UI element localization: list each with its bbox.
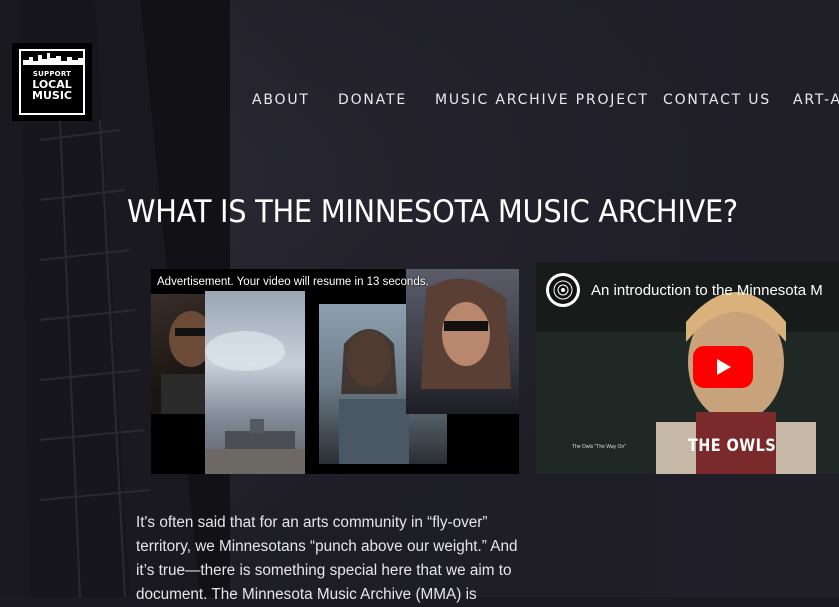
building-sky-image <box>205 331 305 474</box>
ad-video-player[interactable]: Advertisement. Your video will resume in… <box>151 269 519 474</box>
nav-music-archive-project[interactable]: MUSIC ARCHIVE PROJECT <box>435 92 649 108</box>
site-logo[interactable]: SUPPORT LOCAL MUSIC <box>12 43 92 121</box>
intro-video-player[interactable]: An introduction to the Minnesota M The O… <box>536 262 839 474</box>
logo-badge: SUPPORT LOCAL MUSIC <box>19 49 85 115</box>
woman-sunglasses-image <box>421 278 511 389</box>
ad-countdown-text: Advertisement. Your video will resume in… <box>157 276 429 288</box>
ad-panel-sky-building <box>205 291 305 474</box>
intro-paragraph-text: It's often said that for an arts communi… <box>136 514 518 603</box>
play-button[interactable] <box>693 346 753 388</box>
skyline-icon <box>23 53 83 65</box>
channel-avatar-icon[interactable] <box>546 273 580 307</box>
video-caption-large: THE OWLS <box>688 436 777 456</box>
nav-donate[interactable]: DONATE <box>338 92 407 108</box>
video-caption-small: The Owls "The Way On" <box>572 444 626 450</box>
ad-panel-woman-sunglasses-right <box>406 269 519 414</box>
nav-art-a[interactable]: ART-A- <box>793 92 839 108</box>
nav-about[interactable]: ABOUT <box>252 92 310 108</box>
ad-panel-woman-sunglasses <box>151 294 209 414</box>
nav-contact-us[interactable]: CONTACT US <box>663 92 771 108</box>
intro-paragraph: It's often said that for an arts communi… <box>136 511 526 607</box>
page-title: WHAT IS THE MINNESOTA MUSIC ARCHIVE? <box>127 194 738 230</box>
logo-text-music: MUSIC <box>32 89 72 102</box>
video-title[interactable]: An introduction to the Minnesota M <box>591 282 823 299</box>
play-icon <box>717 359 731 375</box>
woman-figure-image <box>161 311 209 414</box>
